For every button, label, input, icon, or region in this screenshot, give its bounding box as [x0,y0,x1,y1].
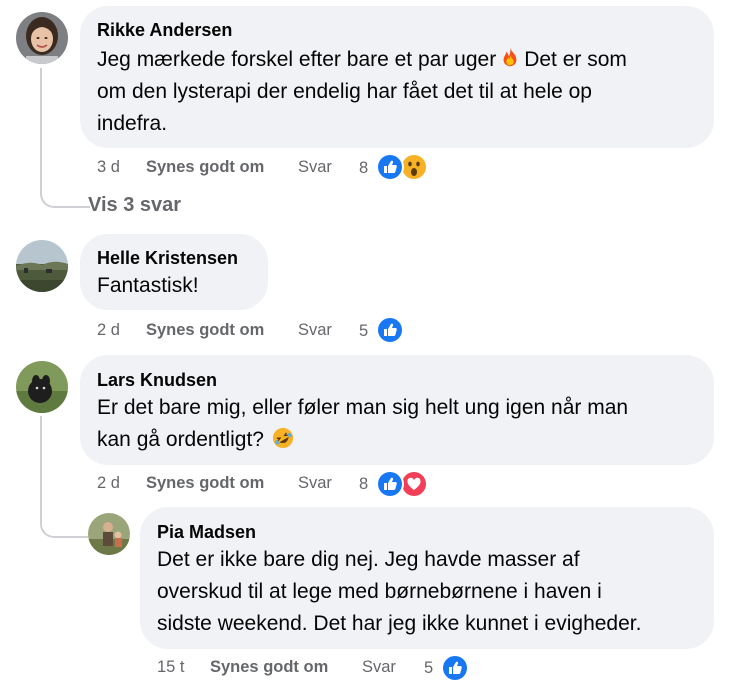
avatar-rikke-andersen[interactable] [16,12,68,64]
like-button-pia[interactable]: Synes godt om [210,658,328,677]
comment-text-rikke-line2: om den lysterapi der endelig har fået de… [97,80,592,103]
like-button-lars[interactable]: Synes godt om [146,474,264,493]
love-reaction-icon[interactable] [400,470,428,498]
comment-text-rikke-part1: Jeg mærkede forskel efter bare et par ug… [97,48,497,71]
comment-author-pia[interactable]: Pia Madsen [157,522,256,543]
like-reaction-icon[interactable] [441,654,469,682]
reaction-count-pia[interactable]: 5 [424,659,433,678]
comment-text-pia-line1: Det er ikke bare dig nej. Jeg havde mass… [157,548,580,571]
like-reaction-icon[interactable] [376,316,404,344]
comment-text-lars-line1: Er det bare mig, eller føler man sig hel… [97,396,629,419]
comment-text-lars-part2: kan gå ordentligt? [97,428,264,451]
rofl-emoji-icon [272,427,294,449]
comment-text-lars-line2: kan gå ordentligt? [97,424,297,456]
comment-text-rikke-line3: indefra. [97,112,168,135]
like-reaction-icon[interactable] [376,470,404,498]
like-reaction-icon[interactable] [376,153,404,181]
reaction-count-helle[interactable]: 5 [359,322,368,341]
like-button-helle[interactable]: Synes godt om [146,321,264,340]
wow-reaction-icon[interactable] [400,153,428,181]
comment-text-rikke-line1: Jeg mærkede forskel efter bare et par ug… [97,44,627,76]
reply-button-rikke[interactable]: Svar [298,158,332,177]
comment-time-lars[interactable]: 2 d [97,474,120,493]
comment-time-helle[interactable]: 2 d [97,321,120,340]
comment-time-rikke[interactable]: 3 d [97,158,120,177]
comment-text-pia-line2: overskud til at lege med børnebørnene i … [157,580,602,603]
comment-text-rikke-part2: Det er som [524,48,627,71]
comment-time-pia[interactable]: 15 t [157,658,185,677]
comment-author-rikke[interactable]: Rikke Andersen [97,20,232,41]
comment-author-helle[interactable]: Helle Kristensen [97,248,238,269]
reply-button-helle[interactable]: Svar [298,321,332,340]
reaction-count-lars[interactable]: 8 [359,475,368,494]
comment-text-helle: Fantastisk! [97,274,199,297]
reply-button-pia[interactable]: Svar [362,658,396,677]
fire-emoji-icon [499,47,521,69]
view-replies-link[interactable]: Vis 3 svar [88,194,181,217]
avatar-lars-knudsen[interactable] [16,361,68,413]
reply-button-lars[interactable]: Svar [298,474,332,493]
avatar-pia-madsen[interactable] [88,513,130,555]
thread-connector-pia [40,500,88,538]
avatar-helle-kristensen[interactable] [16,240,68,292]
like-button-rikke[interactable]: Synes godt om [146,158,264,177]
comment-author-lars[interactable]: Lars Knudsen [97,370,217,391]
comment-text-pia-line3: sidste weekend. Det har jeg ikke kunnet … [157,612,642,635]
reaction-count-rikke[interactable]: 8 [359,159,368,178]
